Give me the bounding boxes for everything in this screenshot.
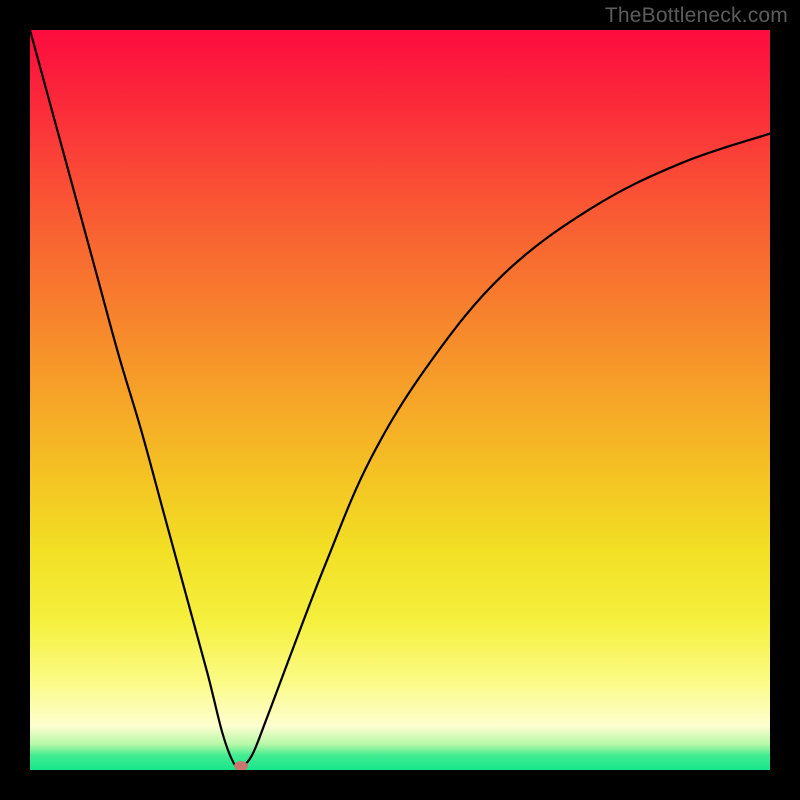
bottleneck-curve [30,30,770,767]
dip-marker [234,761,248,770]
plot-area [30,30,770,770]
watermark-text: TheBottleneck.com [605,4,788,28]
chart-container: TheBottleneck.com [0,0,800,800]
curve-svg [30,30,770,770]
